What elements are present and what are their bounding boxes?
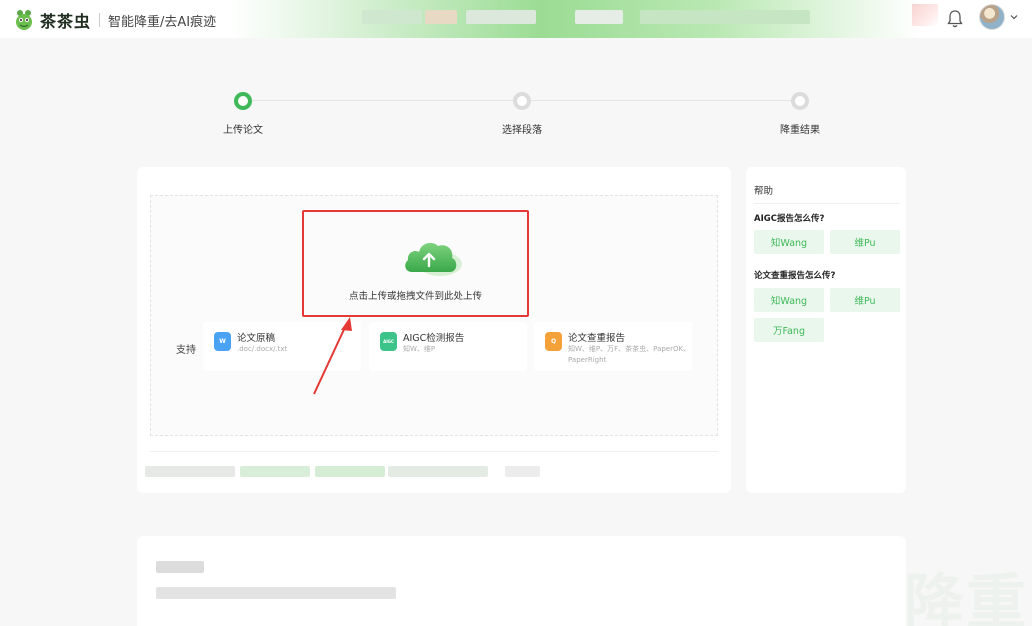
step-1-label: 上传论文 [223, 125, 263, 136]
lower-card [137, 536, 906, 626]
format-card-aigc: AIGC AIGC检测报告 知W、维P [369, 322, 527, 371]
help-report-wanfang-button[interactable]: 万Fang [754, 318, 824, 342]
blurred-text [156, 587, 396, 599]
help-question-aigc: AIGC报告怎么传? [754, 214, 825, 224]
step-connector [252, 100, 513, 101]
blurred-text [315, 466, 385, 477]
blurred-text [240, 466, 310, 477]
bug-logo-icon [16, 10, 32, 30]
divider [150, 451, 718, 452]
step-2-label: 选择段落 [502, 125, 542, 136]
format-sub: 知W、维P、万F、茶茶虫、PaperOK、PaperRight [568, 345, 691, 364]
blurred-text [466, 10, 536, 24]
blurred-text [505, 466, 540, 477]
format-card-plagiarism: Q 论文查重报告 知W、维P、万F、茶茶虫、PaperOK、PaperRight [534, 322, 692, 371]
blurred-text [575, 10, 623, 24]
step-2-dot [513, 92, 531, 110]
avatar[interactable] [979, 4, 1005, 30]
format-card-original: W 论文原稿 .doc/.docx/.txt [203, 322, 361, 371]
aigc-report-icon: AIGC [380, 332, 397, 351]
format-title: 论文原稿 [237, 333, 276, 344]
help-aigc-zhiwang-button[interactable]: 知Wang [754, 230, 824, 254]
brand-name: 茶茶虫 [40, 12, 92, 31]
format-sub: .doc/.docx/.txt [237, 345, 288, 353]
step-3-label: 降重结果 [780, 125, 820, 136]
blurred-text [388, 466, 488, 477]
blurred-badge [912, 4, 938, 26]
help-question-plagiarism: 论文查重报告怎么传? [754, 271, 836, 281]
format-title: 论文查重报告 [568, 333, 626, 344]
step-connector [531, 100, 792, 101]
chevron-down-icon[interactable] [1010, 13, 1018, 21]
blurred-text [425, 10, 457, 24]
help-report-weipu-button[interactable]: 维Pu [830, 288, 900, 312]
blurred-text [362, 10, 422, 24]
bell-icon[interactable] [946, 9, 964, 29]
watermark-graphic: 降重 [904, 568, 1028, 626]
brand-slogan: 智能降重/去AI痕迹 [108, 14, 217, 30]
highlight-box [302, 210, 529, 317]
divider [99, 13, 101, 27]
format-title: AIGC检测报告 [403, 333, 465, 344]
help-title: 帮助 [754, 186, 774, 197]
blurred-text [156, 561, 204, 573]
step-1-dot [234, 92, 252, 110]
blurred-text [145, 466, 235, 477]
brand-logo[interactable]: 茶茶虫 智能降重/去AI痕迹 [14, 8, 216, 32]
step-3-dot [791, 92, 809, 110]
support-label: 支持 [176, 345, 196, 356]
help-report-zhiwang-button[interactable]: 知Wang [754, 288, 824, 312]
divider [754, 203, 900, 204]
report-search-icon: Q [545, 332, 562, 351]
blurred-text [640, 10, 810, 24]
word-doc-icon: W [214, 332, 231, 351]
format-sub: 知W、维P [403, 345, 436, 353]
help-aigc-weipu-button[interactable]: 维Pu [830, 230, 900, 254]
